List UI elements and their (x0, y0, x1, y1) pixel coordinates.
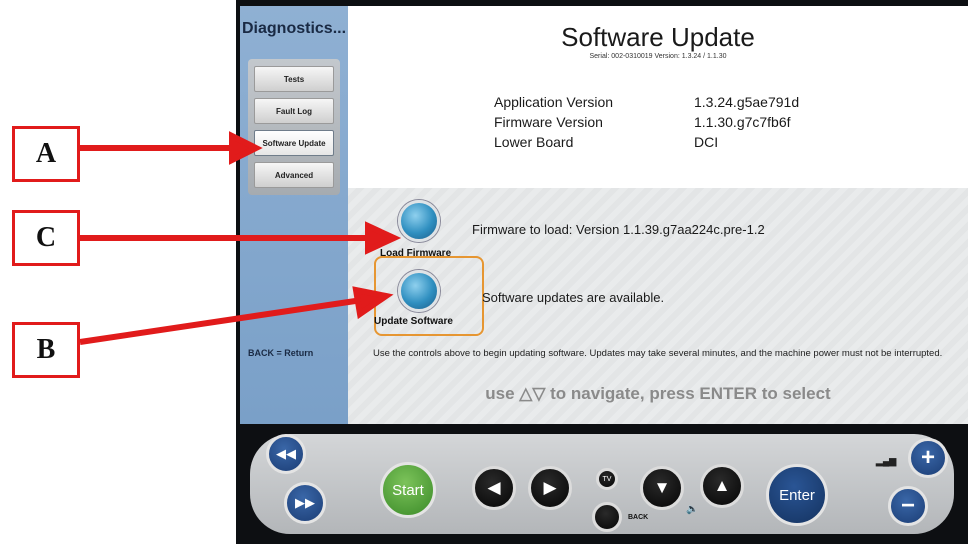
arrow-b (79, 297, 363, 345)
arrow-c-head (365, 221, 402, 255)
arrow-b-head (352, 286, 394, 320)
callout-arrows (79, 131, 402, 345)
arrow-a-head (229, 131, 263, 165)
